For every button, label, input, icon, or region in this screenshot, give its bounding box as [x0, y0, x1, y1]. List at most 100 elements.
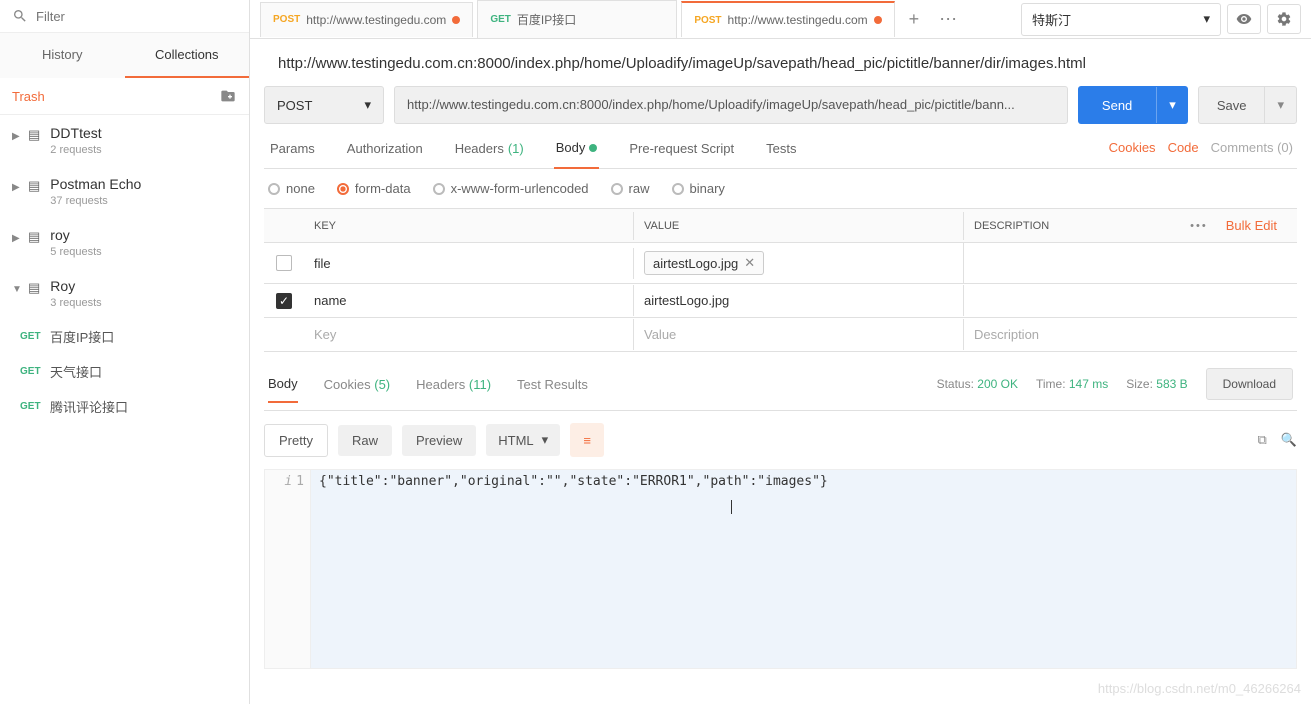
body-indicator-icon	[589, 144, 597, 152]
collection-name: Postman Echo	[50, 176, 141, 192]
search-icon	[12, 8, 28, 24]
folder-icon: ▤	[28, 280, 40, 296]
resp-tab-headers[interactable]: Headers (11)	[416, 377, 491, 402]
caret-icon: ▶	[12, 131, 22, 142]
table-more-button[interactable]: •••	[1182, 220, 1216, 232]
collection-sub: 2 requests	[50, 144, 101, 156]
unsaved-dot-icon	[874, 16, 882, 24]
body-type-none[interactable]: none	[268, 181, 315, 196]
col-value: VALUE	[634, 212, 964, 240]
comments-link[interactable]: Comments (0)	[1211, 140, 1293, 156]
collection-item[interactable]: ▶ ▤ roy5 requests	[0, 217, 249, 268]
main: POST http://www.testingedu.com GET 百度IP接…	[250, 0, 1311, 704]
response-type-selector[interactable]: HTML▾	[486, 424, 560, 456]
save-dropdown[interactable]: ▾	[1264, 87, 1296, 123]
filter-input[interactable]	[36, 9, 237, 24]
method-selector[interactable]: POST ▾	[264, 86, 384, 124]
bulk-edit-link[interactable]: Bulk Edit	[1216, 218, 1287, 233]
download-button[interactable]: Download	[1206, 368, 1293, 400]
remove-file-icon[interactable]: ✕	[744, 255, 755, 271]
copy-icon[interactable]: ⧉	[1258, 432, 1267, 448]
cookies-link[interactable]: Cookies	[1109, 140, 1156, 156]
request-item[interactable]: GET百度IP接口	[0, 319, 249, 354]
tab-history[interactable]: History	[0, 33, 125, 78]
request-tab-active[interactable]: POST http://www.testingedu.com	[681, 1, 894, 37]
caret-down-icon: ▼	[12, 284, 22, 295]
chevron-down-icon: ▾	[364, 97, 371, 113]
tab-params[interactable]: Params	[268, 140, 317, 168]
method-value: POST	[277, 98, 312, 113]
request-area: http://www.testingedu.com.cn:8000/index.…	[250, 38, 1311, 679]
tab-headers[interactable]: Headers (1)	[453, 140, 526, 168]
wrap-lines-button[interactable]: ≡	[570, 423, 604, 457]
view-pretty[interactable]: Pretty	[264, 424, 328, 457]
collection-name: roy	[50, 227, 101, 243]
desc-input[interactable]: Description	[964, 319, 1297, 350]
value-input[interactable]: Value	[634, 319, 964, 350]
method-badge: POST	[694, 15, 721, 26]
folder-icon: ▤	[28, 229, 40, 245]
collection-name: Roy	[50, 278, 101, 294]
view-preview[interactable]: Preview	[402, 425, 476, 456]
search-response-icon[interactable]: 🔍	[1281, 432, 1297, 448]
key-cell[interactable]: file	[304, 248, 634, 279]
text-cursor-icon	[731, 500, 732, 514]
new-tab-button[interactable]: +	[899, 1, 930, 38]
request-label: 腾讯评论接口	[50, 397, 128, 416]
response-body-editor[interactable]: i1 {"title":"banner","original":"","stat…	[264, 469, 1297, 669]
desc-cell[interactable]	[964, 293, 1297, 309]
body-type-formdata[interactable]: form-data	[337, 181, 411, 196]
body-type-raw[interactable]: raw	[611, 181, 650, 196]
save-button[interactable]: Save ▾	[1198, 86, 1297, 124]
table-row: ✓ name airtestLogo.jpg	[264, 284, 1297, 318]
tab-title: http://www.testingedu.com	[306, 13, 446, 27]
tab-overflow-button[interactable]: ⋯	[929, 1, 967, 38]
send-button[interactable]: Send ▾	[1078, 86, 1188, 124]
tab-prerequest[interactable]: Pre-request Script	[627, 140, 736, 168]
request-tab[interactable]: GET 百度IP接口	[477, 0, 677, 38]
tab-collections[interactable]: Collections	[125, 33, 250, 78]
request-item[interactable]: GET天气接口	[0, 354, 249, 389]
file-name: airtestLogo.jpg	[653, 256, 738, 271]
method-badge: GET	[20, 401, 50, 412]
resp-tab-tests[interactable]: Test Results	[517, 377, 588, 402]
key-cell[interactable]: name	[304, 285, 634, 316]
tab-body[interactable]: Body	[554, 140, 600, 169]
tab-tests[interactable]: Tests	[764, 140, 798, 168]
environment-selector[interactable]: 特斯汀 ▾	[1021, 3, 1221, 36]
caret-icon: ▶	[12, 182, 22, 193]
row-checkbox[interactable]: ✓	[276, 293, 292, 309]
view-raw[interactable]: Raw	[338, 425, 392, 456]
collection-item[interactable]: ▶ ▤ DDTtest2 requests	[0, 115, 249, 166]
chevron-down-icon: ▾	[1203, 11, 1210, 27]
code-link[interactable]: Code	[1168, 140, 1199, 156]
row-checkbox[interactable]	[276, 255, 292, 271]
trash-link[interactable]: Trash	[12, 89, 45, 104]
gutter: i1	[265, 470, 311, 668]
folder-icon: ▤	[28, 127, 40, 143]
desc-cell[interactable]	[964, 255, 1297, 271]
value-cell[interactable]: airtestLogo.jpg ✕	[634, 243, 964, 283]
method-badge: GET	[20, 331, 50, 342]
col-desc: DESCRIPTION	[974, 220, 1182, 232]
settings-button[interactable]	[1267, 4, 1301, 34]
request-tab[interactable]: POST http://www.testingedu.com	[260, 2, 473, 37]
request-item[interactable]: GET腾讯评论接口	[0, 389, 249, 424]
filter-row	[0, 0, 249, 33]
value-cell[interactable]: airtestLogo.jpg	[634, 285, 964, 316]
tab-authorization[interactable]: Authorization	[345, 140, 425, 168]
environment-preview-button[interactable]	[1227, 4, 1261, 34]
send-dropdown[interactable]: ▾	[1156, 87, 1188, 123]
time-value: 147 ms	[1069, 377, 1108, 391]
resp-tab-cookies[interactable]: Cookies (5)	[324, 377, 390, 402]
folder-icon: ▤	[28, 178, 40, 194]
url-input[interactable]: http://www.testingedu.com.cn:8000/index.…	[394, 86, 1068, 124]
new-collection-icon[interactable]	[219, 88, 237, 104]
body-type-urlencoded[interactable]: x-www-form-urlencoded	[433, 181, 589, 196]
collection-item[interactable]: ▼ ▤ Roy3 requests	[0, 268, 249, 319]
collection-item[interactable]: ▶ ▤ Postman Echo37 requests	[0, 166, 249, 217]
resp-tab-body[interactable]: Body	[268, 376, 298, 403]
key-input[interactable]: Key	[304, 319, 634, 350]
body-type-binary[interactable]: binary	[672, 181, 725, 196]
collection-sub: 5 requests	[50, 246, 101, 258]
